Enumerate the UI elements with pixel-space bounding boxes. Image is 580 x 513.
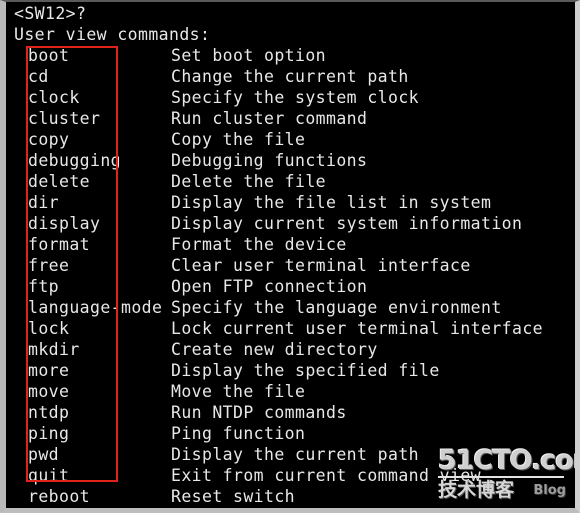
command-name[interactable]: pwd [28,444,59,465]
command-name[interactable]: language-mode [28,297,162,318]
command-row: ping Ping function [12,423,575,444]
command-name[interactable]: free [28,255,69,276]
command-row: copy Copy the file [12,129,575,150]
command-description: Specify the system clock [171,88,420,107]
command-description: Display the current path [171,445,420,464]
command-description: Display the file list in system [171,193,492,212]
command-row: free Clear user terminal interface [12,255,575,276]
command-name[interactable]: ntdp [28,402,69,423]
command-description: Copy the file [171,130,306,149]
command-name[interactable]: cluster [28,108,100,129]
command-description: Create new directory [171,340,378,359]
command-row: lock Lock current user terminal interface [12,318,575,339]
command-row: format Format the device [12,234,575,255]
command-row: ftp Open FTP connection [12,276,575,297]
command-row: ntdp Run NTDP commands [12,402,575,423]
terminal-screen[interactable]: <SW12>? User view commands: boot Set boot… [6,2,575,508]
command-name[interactable]: move [28,381,69,402]
command-row: delete Delete the file [12,171,575,192]
more-indicator[interactable]: ---- More ---- [28,507,173,508]
command-row: more Display the specified file [12,360,575,381]
command-name[interactable]: quit [28,465,69,486]
command-description: Run NTDP commands [171,403,347,422]
command-description: Change the current path [171,67,409,86]
terminal-window: <SW12>? User view commands: boot Set boot… [0,0,580,513]
watermark: 51CTO.com 技术博客 Blog [438,445,575,500]
command-row: language-mode Specify the language enviro… [12,297,575,318]
command-description: Delete the file [171,172,327,191]
command-description: Format the device [171,235,347,254]
command-row: cluster Run cluster command [12,108,575,129]
command-name[interactable]: clock [28,87,80,108]
command-description: Specify the language environment [171,298,502,317]
prompt-line: <SW12>? [14,4,87,23]
command-name[interactable]: dir [28,192,59,213]
command-description: Clear user terminal interface [171,256,471,275]
watermark-chinese-label: 技术博客 [438,479,515,501]
command-description: Open FTP connection [171,277,368,296]
command-row: mkdir Create new directory [12,339,575,360]
command-list: boot Set boot option cd Change the current … [12,45,575,507]
commands-header: User view commands: [14,25,211,44]
watermark-site-name: 51CTO.com [438,445,575,476]
command-row: display Display current system informatio… [12,213,575,234]
command-description: Reset switch [171,487,296,506]
command-row: clock Specify the system clock [12,87,575,108]
command-description: Display current system information [171,214,523,233]
command-name[interactable]: format [28,234,90,255]
more-indicator-line: ---- More ---- [12,507,575,508]
command-description: Exit from current command view [171,466,482,485]
command-name[interactable]: debugging [28,150,121,171]
command-description: Debugging functions [171,151,368,170]
command-name[interactable]: ping [28,423,69,444]
command-name[interactable]: lock [28,318,69,339]
command-description: Ping function [171,424,306,443]
command-name[interactable]: delete [28,171,90,192]
command-description: Set boot option [171,46,327,65]
command-description: Run cluster command [171,109,368,128]
command-name[interactable]: boot [28,45,69,66]
command-description: Lock current user terminal interface [171,319,544,338]
watermark-subtitle-row: 技术博客 Blog [438,480,566,500]
command-row: boot Set boot option [12,45,575,66]
command-name[interactable]: copy [28,129,69,150]
command-row: debugging Debugging functions [12,150,575,171]
command-description: Move the file [171,382,306,401]
command-row: dir Display the file list in system [12,192,575,213]
command-name[interactable]: mkdir [28,339,80,360]
command-name[interactable]: cd [28,66,49,87]
command-name[interactable]: more [28,360,69,381]
command-name[interactable]: reboot [28,486,90,507]
command-description: Display the specified file [171,361,440,380]
watermark-blog-label: Blog [533,483,566,498]
command-row: cd Change the current path [12,66,575,87]
watermark-divider [438,476,564,478]
command-name[interactable]: ftp [28,276,59,297]
command-row: move Move the file [12,381,575,402]
command-name[interactable]: display [28,213,100,234]
